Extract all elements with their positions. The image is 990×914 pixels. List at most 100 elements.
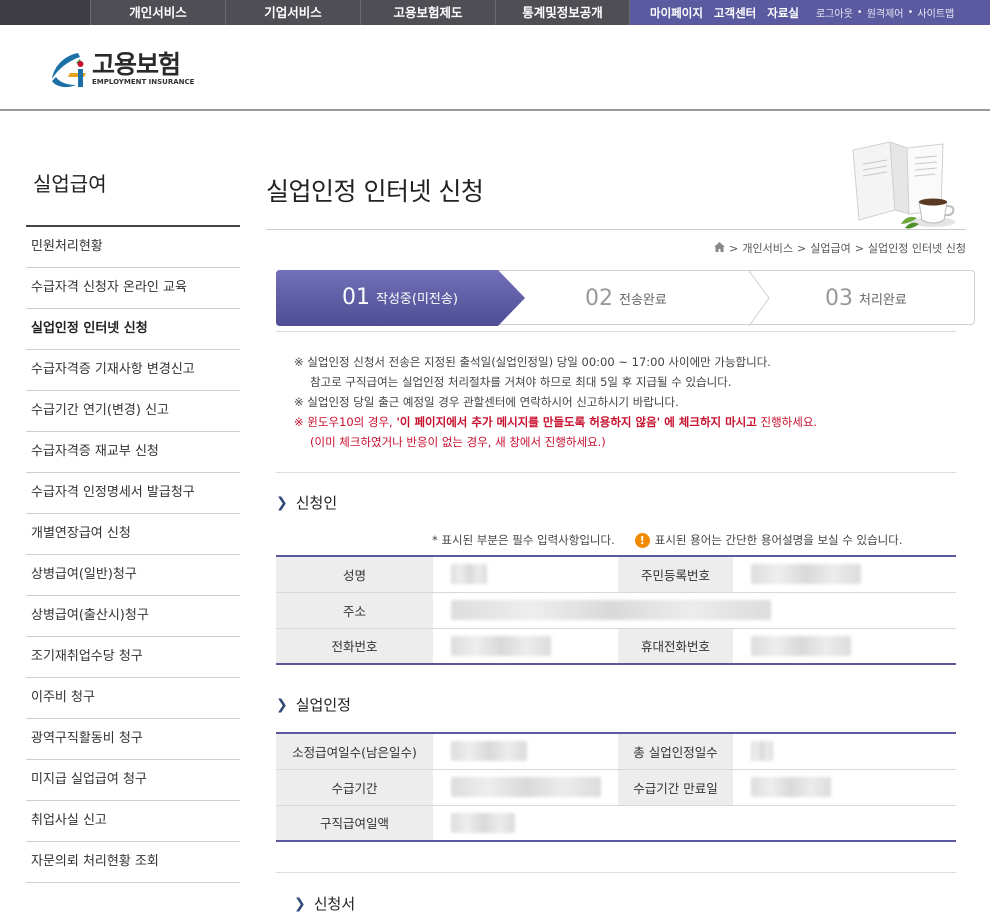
notice-line-3: ※ 실업인정 당일 출근 예정일 경우 관할센터에 연락하시어 신고하시기 바랍…: [294, 395, 679, 409]
remote-control-link[interactable]: 원격제어: [867, 5, 904, 20]
step-2-number: 02: [585, 286, 613, 311]
table-row: 성명 주민등록번호: [276, 556, 956, 593]
sidebar-item-online-education[interactable]: 수급자격 신청자 온라인 교육: [26, 268, 240, 309]
address-value: [433, 592, 956, 629]
section-divider: [276, 872, 956, 873]
expiry-date-value: [733, 769, 956, 806]
sidebar: 실업급여 민원처리현황 수급자격 신청자 온라인 교육 실업인정 인터넷 신청 …: [26, 168, 240, 883]
logo-title: 고용보험: [92, 49, 181, 79]
legend-required: * 표시된 부분은 필수 입력사항입니다.: [432, 533, 615, 547]
legend-help: 표시된 용어는 간단한 용어설명을 보실 수 있습니다.: [654, 533, 903, 547]
breadcrumb-personal[interactable]: 개인서비스: [742, 240, 793, 256]
applicant-table: 성명 주민등록번호 주소 전화번호 휴대전화번호: [276, 555, 956, 665]
step-1-number: 01: [342, 285, 370, 310]
step-3-number: 03: [825, 286, 853, 311]
section-application-title: ❯ 신청서: [294, 895, 356, 913]
sidebar-item-employment-report[interactable]: 취업사실 신고: [26, 801, 240, 842]
main-menu: 개인서비스 기업서비스 고용보험제도 통계및정보공개: [90, 0, 630, 25]
sidebar-item-reissue[interactable]: 수급자격증 재교부 신청: [26, 432, 240, 473]
notice-line-2: 참고로 구직급여는 실업인정 처리절차를 거쳐야 하므로 최대 5일 후 지급될…: [310, 375, 732, 389]
top-nav: 개인서비스 기업서비스 고용보험제도 통계및정보공개 마이페이지 고객센터 자료…: [0, 0, 990, 25]
section-applicant-title: ❯ 신청인: [276, 494, 338, 512]
section-unemployment-title: ❯ 실업인정: [276, 696, 351, 714]
name-label: 성명: [276, 556, 433, 593]
table-row: 수급기간 수급기간 만료일: [276, 769, 956, 806]
phone-value: [433, 628, 618, 664]
sidebar-item-period-extension[interactable]: 수급기간 연기(변경) 신고: [26, 391, 240, 432]
step-1-active: 01 작성중(미전송): [276, 270, 526, 326]
site-logo[interactable]: 고용보험 EMPLOYMENT INSURANCE: [48, 47, 194, 91]
chevron-right-icon: ❯: [276, 696, 288, 713]
table-row: 주소: [276, 592, 956, 629]
step-chevron-icon: [748, 271, 770, 326]
sitemap-link[interactable]: 사이트맵: [917, 5, 954, 20]
step-3-label: 처리완료: [859, 293, 907, 308]
step-1-label: 작성중(미전송): [376, 292, 458, 307]
steps-divider: [276, 331, 956, 332]
step-3: 03 처리완료: [825, 271, 907, 326]
progress-steps: 01 작성중(미전송) 02 전송완료 03 처리완료: [276, 270, 975, 326]
step-2: 02 전송완료: [585, 271, 667, 326]
benefit-period-label: 수급기간: [276, 769, 433, 806]
notice-line-4: ※ 윈도우10의 경우, '이 페이지에서 추가 메시지를 만들도록 허용하지 …: [294, 415, 818, 429]
sidebar-item-consultation-status[interactable]: 자문의뢰 처리현황 조회: [26, 842, 240, 883]
benefit-period-value: [433, 769, 618, 806]
sidebar-title: 실업급여: [26, 168, 240, 227]
breadcrumb: > 개인서비스 > 실업급여 > 실업인정 인터넷 신청: [714, 240, 966, 256]
unemployment-table: 소정급여일수(남은일수) 총 실업인정일수 수급기간 수급기간 만료일 구직급여…: [276, 732, 956, 842]
sidebar-item-sickness-maternity[interactable]: 상병급여(출산시)청구: [26, 596, 240, 637]
home-icon[interactable]: [714, 241, 726, 255]
util-bar: 마이페이지 고객센터 자료실 로그아웃 • 원격제어 • 사이트맵: [630, 0, 990, 25]
form-legend: * 표시된 부분은 필수 입력사항입니다. ! 표시된 용어는 간단한 용어설명…: [432, 532, 903, 548]
menu-item-insurance-system[interactable]: 고용보험제도: [360, 0, 495, 25]
daily-amount-label: 구직급여일액: [276, 805, 433, 841]
daily-amount-value: [433, 805, 956, 841]
menu-item-personal[interactable]: 개인서비스: [90, 0, 225, 25]
sidebar-item-individual-extension[interactable]: 개별연장급여 신청: [26, 514, 240, 555]
customer-center-link[interactable]: 고객센터: [714, 5, 756, 21]
total-days-value: [733, 733, 956, 770]
breadcrumb-current: 실업인정 인터넷 신청: [867, 242, 966, 255]
chevron-right-icon: ❯: [276, 494, 288, 511]
sidebar-item-change-report[interactable]: 수급자격증 기재사항 변경신고: [26, 350, 240, 391]
table-row: 구직급여일액: [276, 805, 956, 841]
menu-item-business[interactable]: 기업서비스: [225, 0, 360, 25]
notice-divider: [276, 472, 956, 473]
top-nav-left: [0, 0, 90, 25]
site-header: 고용보험 EMPLOYMENT INSURANCE: [0, 25, 990, 111]
notice-line-1: ※ 실업인정 신청서 전송은 지정된 출석일(실업인정일) 당일 00:00 ~…: [294, 355, 771, 369]
rrn-value: [733, 556, 956, 593]
sidebar-item-job-search-expense[interactable]: 광역구직활동비 청구: [26, 719, 240, 760]
table-row: 소정급여일수(남은일수) 총 실업인정일수: [276, 733, 956, 770]
benefit-days-label: 소정급여일수(남은일수): [276, 733, 433, 770]
benefit-days-value: [433, 733, 618, 770]
table-row: 전화번호 휴대전화번호: [276, 628, 956, 664]
sidebar-item-status[interactable]: 민원처리현황: [26, 227, 240, 268]
book-and-cup-illustration: [845, 140, 960, 235]
sidebar-item-early-reemployment[interactable]: 조기재취업수당 청구: [26, 637, 240, 678]
notice-line-4-emphasis: '이 페이지에서 추가 메시지를 만들도록 허용하지 않음' 에 체크하지 마시…: [396, 415, 757, 429]
step-2-label: 전송완료: [619, 293, 667, 308]
mobile-label: 휴대전화번호: [618, 628, 733, 664]
phone-label: 전화번호: [276, 628, 433, 664]
menu-item-statistics[interactable]: 통계및정보공개: [495, 0, 630, 25]
sidebar-item-certificate[interactable]: 수급자격 인정명세서 발급청구: [26, 473, 240, 514]
sidebar-item-unpaid-benefit[interactable]: 미지급 실업급여 청구: [26, 760, 240, 801]
sidebar-item-relocation[interactable]: 이주비 청구: [26, 678, 240, 719]
page-title: 실업인정 인터넷 신청: [266, 177, 484, 206]
notice-line-5: (이미 체크하였거나 반응이 없는 경우, 새 창에서 진행하세요.): [310, 435, 606, 449]
help-icon: !: [634, 532, 650, 548]
breadcrumb-unemployment[interactable]: 실업급여: [810, 240, 850, 256]
logo-subtitle: EMPLOYMENT INSURANCE: [92, 77, 195, 86]
notice-box: ※ 실업인정 신청서 전송은 지정된 출석일(실업인정일) 당일 00:00 ~…: [294, 352, 817, 452]
resources-link[interactable]: 자료실: [767, 5, 799, 21]
logout-link[interactable]: 로그아웃: [816, 5, 853, 20]
mypage-link[interactable]: 마이페이지: [650, 5, 703, 21]
logo-mark-icon: [48, 47, 88, 91]
total-days-label: 총 실업인정일수: [618, 733, 733, 770]
sidebar-item-internet-application[interactable]: 실업인정 인터넷 신청: [26, 309, 240, 350]
sidebar-item-sickness-general[interactable]: 상병급여(일반)청구: [26, 555, 240, 596]
expiry-date-label: 수급기간 만료일: [618, 769, 733, 806]
name-value: [433, 556, 618, 593]
address-label: 주소: [276, 592, 433, 629]
